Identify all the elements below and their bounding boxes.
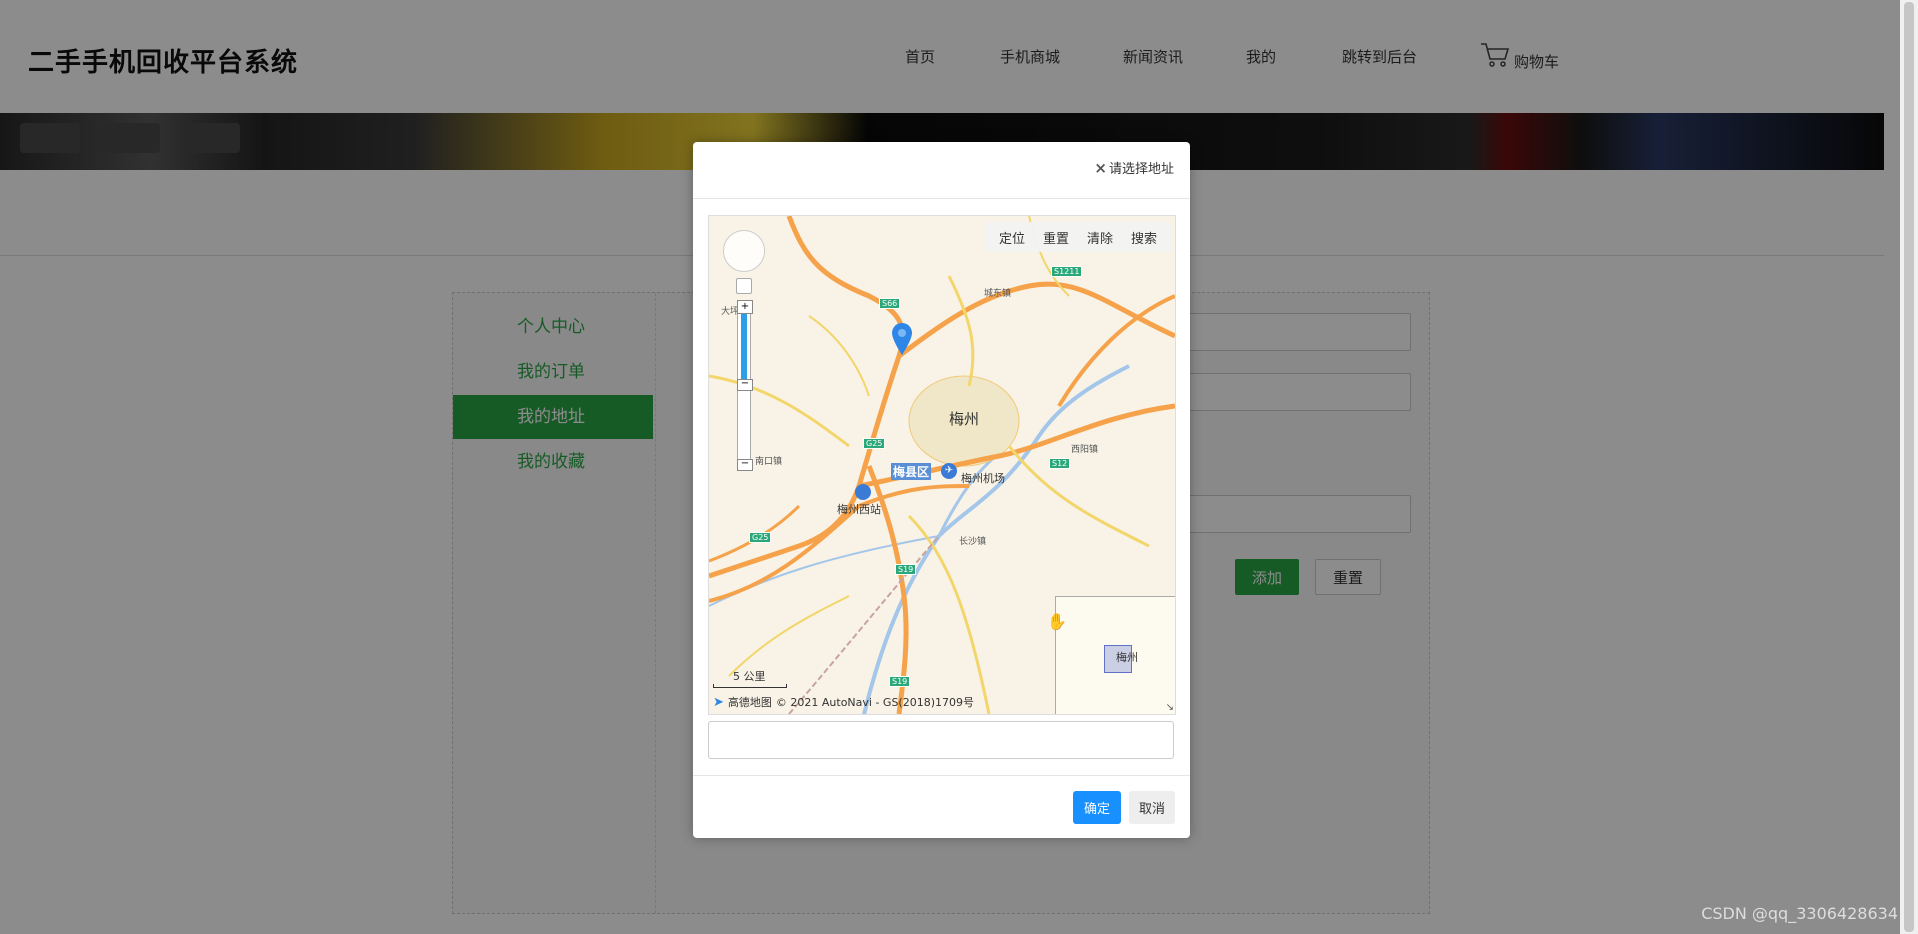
map-view[interactable]: S66 S1211 G25 S12 G25 S19 S19 梅州 梅县区 ✈ 梅…	[708, 215, 1176, 715]
town-label: 南口镇	[755, 457, 783, 467]
cancel-button[interactable]: 取消	[1129, 791, 1175, 824]
locate-control-icon[interactable]	[736, 278, 752, 294]
road-shield: S19	[895, 564, 917, 575]
district-label: 梅县区	[891, 463, 932, 480]
town-label: 西阳镇	[1071, 445, 1099, 455]
search-button[interactable]: 搜索	[1123, 228, 1165, 247]
zoom-handle[interactable]: −	[737, 379, 753, 391]
overview-label: 梅州	[1116, 651, 1138, 664]
close-icon: ×	[1094, 158, 1107, 177]
scale-label: 5 公里	[733, 670, 766, 683]
road-shield: G25	[863, 438, 886, 449]
map-reset-button[interactable]: 重置	[1035, 228, 1077, 247]
map-attribution: ➤ 高德地图 © 2021 AutoNavi - GS(2018)1709号	[713, 694, 974, 710]
overview-toggle-icon[interactable]: ↘	[1166, 702, 1174, 713]
address-picker-dialog: × 请选择地址 S66 S1211 G25 S12 G25 S19 S19 梅州…	[693, 142, 1190, 838]
page-scrollbar[interactable]	[1900, 0, 1918, 934]
address-input[interactable]	[708, 721, 1174, 759]
close-button[interactable]: × 请选择地址	[1094, 158, 1174, 178]
pan-control[interactable]	[723, 230, 765, 272]
road-shield: S1211	[1051, 266, 1083, 277]
scale-bar	[713, 684, 787, 688]
clear-button[interactable]: 清除	[1079, 228, 1121, 247]
town-label: 长沙镇	[959, 537, 987, 547]
city-label: 梅州	[949, 410, 980, 428]
airport-label: 梅州机场	[961, 472, 1005, 485]
dialog-footer-divider	[693, 775, 1190, 776]
confirm-button[interactable]: 确定	[1073, 791, 1121, 824]
hand-cursor-icon: ✋	[1047, 612, 1067, 631]
station-label: 梅州西站	[837, 503, 881, 516]
overview-map[interactable]: 梅州 ↘	[1055, 596, 1175, 714]
airport-icon: ✈	[941, 463, 957, 479]
zoom-in-button[interactable]: +	[737, 300, 753, 314]
station-icon	[855, 484, 871, 500]
locate-button[interactable]: 定位	[991, 228, 1033, 247]
amap-logo-icon: ➤	[713, 694, 724, 710]
map-brand: 高德地图	[727, 696, 772, 709]
dialog-title: 请选择地址	[1108, 162, 1174, 177]
road-shield: S66	[879, 298, 901, 309]
zoom-slider[interactable]: + − −	[737, 300, 753, 471]
road-shield: G25	[749, 532, 772, 543]
road-shield: S12	[1049, 458, 1071, 469]
zoom-out-button[interactable]: −	[737, 459, 753, 471]
map-toolbar: 定位 重置 清除 搜索	[984, 222, 1171, 252]
town-label: 城东镇	[984, 289, 1012, 299]
zoom-level-bar	[741, 307, 747, 385]
watermark: CSDN @qq_3306428634	[1701, 904, 1898, 923]
dialog-header: × 请选择地址	[693, 142, 1190, 199]
road-shield: S19	[889, 676, 911, 687]
map-copyright: © 2021 AutoNavi - GS(2018)1709号	[775, 696, 975, 709]
scrollbar-thumb[interactable]	[1904, 2, 1914, 932]
